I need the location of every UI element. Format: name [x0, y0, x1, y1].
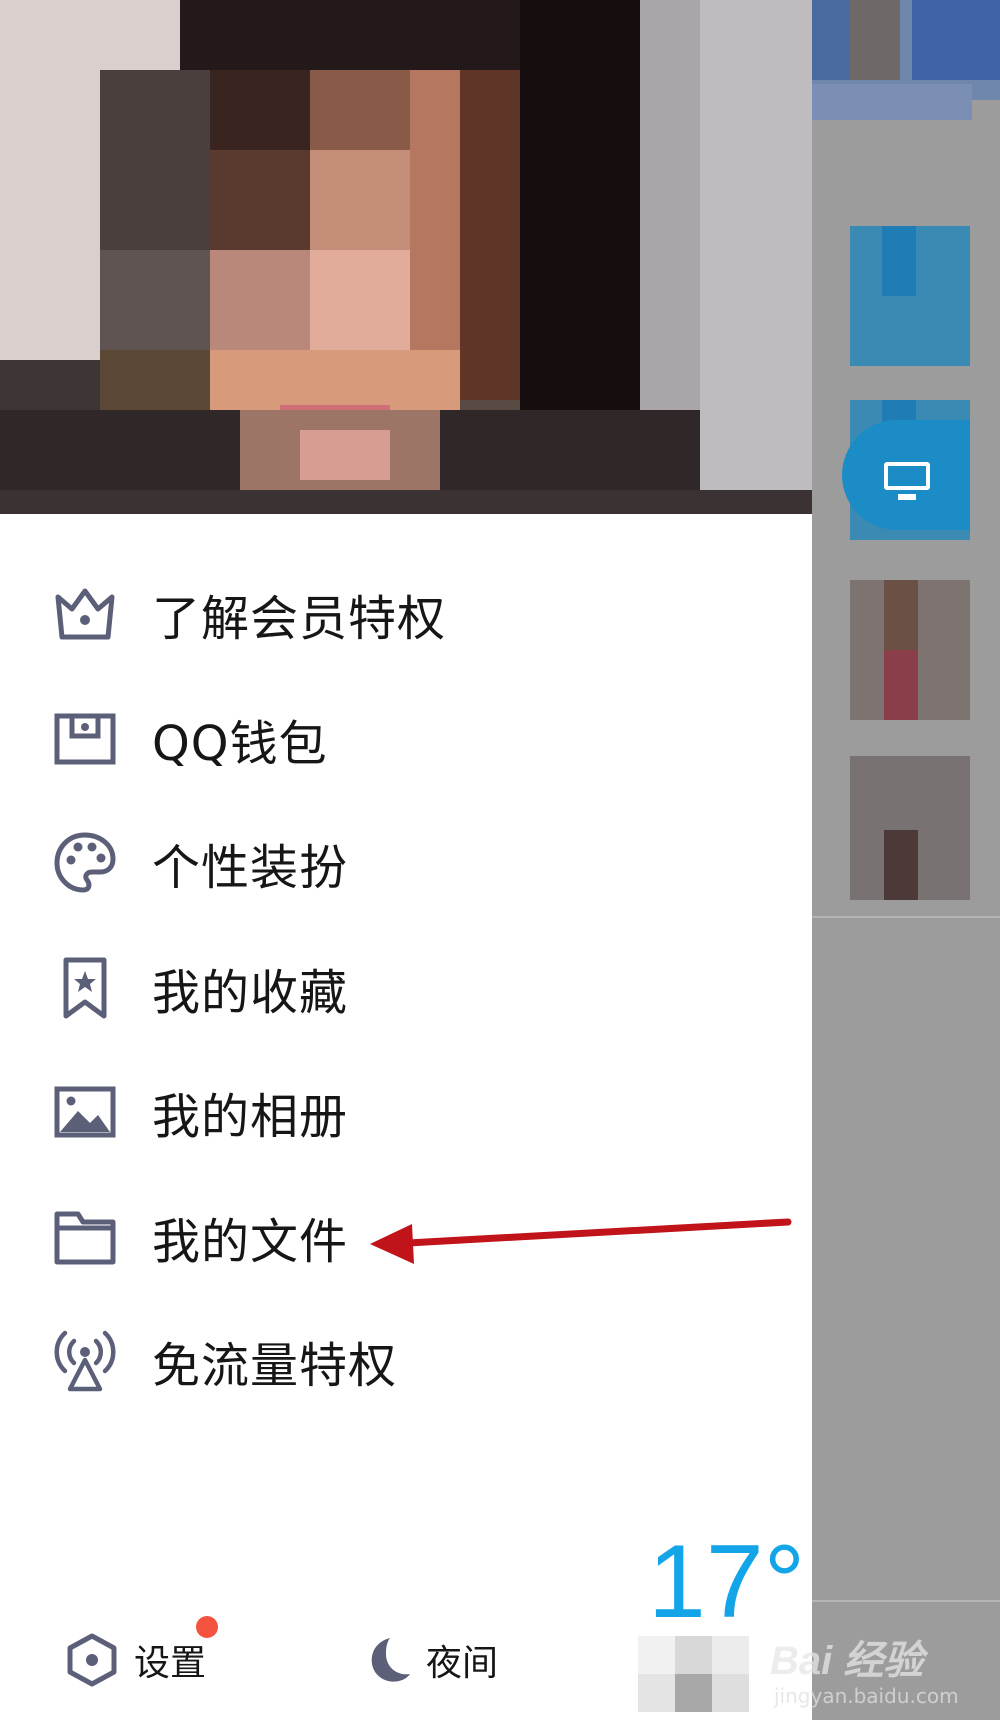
menu-item-label: 我的文件: [152, 1213, 349, 1270]
photo-pixel: [310, 250, 410, 350]
list-avatar-blur: [884, 830, 918, 900]
menu-item-label: 免流量特权: [152, 1338, 398, 1395]
list-avatar-blur: [882, 226, 916, 296]
main-header-blur: [812, 84, 972, 120]
dimmed-main-screen[interactable]: 消息: [812, 0, 1000, 1720]
photo-pixel: [460, 70, 520, 400]
photo-pixel: [100, 250, 210, 360]
palette-icon: [54, 832, 116, 893]
monitor-glyph: [884, 462, 930, 490]
watermark-url: jingyan.baidu.com: [774, 1684, 959, 1708]
folder-icon: [54, 1211, 116, 1265]
photo-pixel: [300, 430, 390, 480]
tabbar-divider: [812, 1600, 1000, 1602]
list-avatar-blur: [884, 580, 918, 650]
menu-item-free-data[interactable]: 免流量特权: [0, 1299, 812, 1424]
photo-pixel: [210, 250, 310, 350]
drawer-menu: 了解会员特权 QQ钱包 个性装扮 我的收藏 我的相册 我的文件 免流量特权: [0, 552, 812, 1424]
settings-hexagon-icon: [67, 1633, 117, 1687]
menu-item-personalize[interactable]: 个性装扮: [0, 801, 812, 926]
moon-icon: [371, 1638, 410, 1682]
settings-label: 设置: [134, 1643, 207, 1684]
photo-pixel: [210, 350, 460, 410]
notification-badge: [196, 1616, 218, 1638]
menu-item-favorites[interactable]: 我的收藏: [0, 926, 812, 1051]
list-avatar-blur: [884, 650, 918, 720]
menu-item-vip-privileges[interactable]: 了解会员特权: [0, 552, 812, 677]
photo-pixel: [210, 70, 310, 150]
profile-background-photo[interactable]: [0, 0, 812, 514]
signal-tower-icon: [54, 1331, 116, 1392]
menu-item-label: 个性装扮: [152, 840, 349, 897]
side-drawer: 了解会员特权 QQ钱包 个性装扮 我的收藏 我的相册 我的文件 免流量特权 17…: [0, 0, 812, 1720]
watermark-brand: Bai 经验: [770, 1639, 924, 1683]
night-mode-button[interactable]: 夜间: [360, 1610, 560, 1710]
photo-pixel: [0, 490, 812, 514]
baidu-jingyan-watermark: Bai 经验 jingyan.baidu.com: [770, 1618, 970, 1718]
menu-item-qq-wallet[interactable]: QQ钱包: [0, 677, 812, 802]
photo-pixel: [310, 150, 410, 250]
wallet-icon: [54, 713, 116, 765]
annotation-arrow: [370, 1218, 792, 1264]
menu-item-album[interactable]: 我的相册: [0, 1050, 812, 1175]
photo-pixel: [700, 0, 812, 514]
menu-item-label: QQ钱包: [152, 715, 328, 772]
list-divider: [812, 916, 1000, 918]
night-label: 夜间: [426, 1643, 499, 1684]
crown-icon: [55, 588, 115, 640]
bookmark-star-icon: [63, 957, 107, 1019]
main-header-blur: [912, 0, 1000, 80]
menu-item-label: 我的相册: [152, 1089, 349, 1146]
settings-button[interactable]: 设置: [64, 1610, 264, 1710]
photo-pixel: [310, 70, 410, 150]
photo-album-icon: [54, 1086, 116, 1138]
main-header-blur: [850, 0, 900, 80]
monitor-stand: [898, 494, 916, 500]
photo-pixel: [210, 150, 310, 250]
photo-pixel: [100, 350, 210, 410]
menu-item-label: 我的收藏: [152, 964, 349, 1021]
menu-item-label: 了解会员特权: [152, 591, 447, 648]
drawer-bottom-bar: 设置 夜间: [0, 1610, 812, 1720]
